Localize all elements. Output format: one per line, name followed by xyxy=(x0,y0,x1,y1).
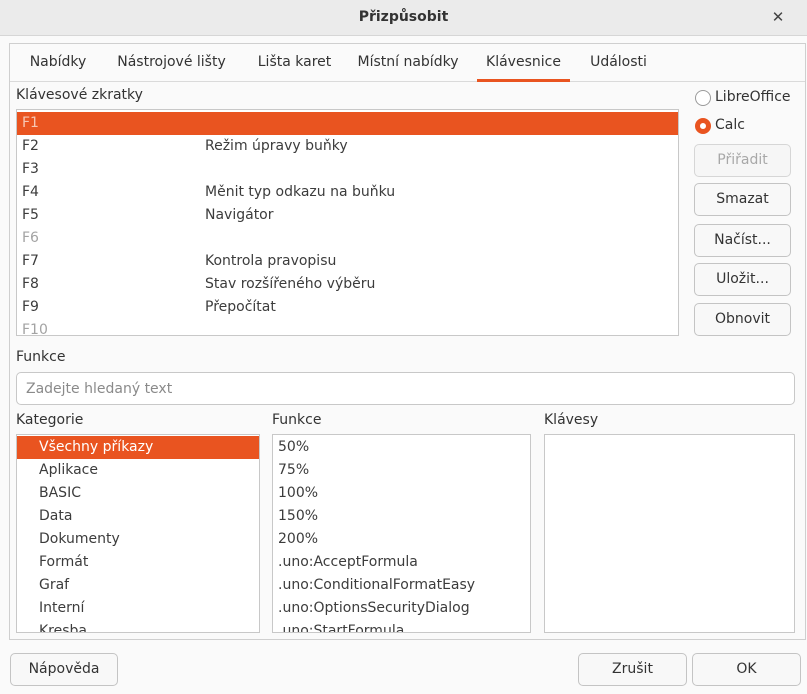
help-button[interactable]: Nápověda xyxy=(10,653,118,686)
list-item[interactable]: .uno:OptionsSecurityDialog xyxy=(273,597,530,620)
delete-button[interactable]: Smazat xyxy=(694,183,791,216)
list-item[interactable]: Všechny příkazy xyxy=(17,436,259,459)
shortcut-key: F6 xyxy=(22,230,39,246)
load-button[interactable]: Načíst... xyxy=(694,224,791,257)
function-list-label: Funkce xyxy=(272,412,322,428)
list-item[interactable]: Aplikace xyxy=(17,459,259,482)
tab-toolbars[interactable]: Nástrojové lišty xyxy=(107,44,236,82)
radio-libreoffice-label[interactable]: LibreOffice xyxy=(715,89,791,105)
shortcut-row[interactable]: F2 Režim úpravy buňky xyxy=(17,135,678,158)
shortcut-row[interactable]: F5 Navigátor xyxy=(17,204,678,227)
shortcut-row[interactable]: F10 xyxy=(17,319,678,336)
list-item[interactable]: .uno:ConditionalFormatEasy xyxy=(273,574,530,597)
shortcut-row[interactable]: F8 Stav rozšířeného výběru xyxy=(17,273,678,296)
reset-button[interactable]: Obnovit xyxy=(694,303,791,336)
tab-context-menus[interactable]: Místní nabídky xyxy=(350,44,466,82)
shortcut-row[interactable]: F1 xyxy=(17,112,678,135)
list-item[interactable]: 100% xyxy=(273,482,530,505)
list-item[interactable]: Formát xyxy=(17,551,259,574)
shortcut-row[interactable]: F7 Kontrola pravopisu xyxy=(17,250,678,273)
keys-label: Klávesy xyxy=(544,412,599,428)
tab-menus[interactable]: Nabídky xyxy=(17,44,99,82)
list-item[interactable]: 200% xyxy=(273,528,530,551)
list-item[interactable]: Dokumenty xyxy=(17,528,259,551)
search-input[interactable] xyxy=(16,372,795,405)
list-item[interactable]: Interní xyxy=(17,597,259,620)
shortcut-function: Navigátor xyxy=(205,207,274,223)
shortcut-key: F10 xyxy=(22,322,48,336)
shortcut-key: F2 xyxy=(22,138,39,154)
shortcut-row[interactable]: F4 Měnit typ odkazu na buňku xyxy=(17,181,678,204)
shortcut-key: F3 xyxy=(22,161,39,177)
list-item[interactable]: BASIC xyxy=(17,482,259,505)
radio-calc-label[interactable]: Calc xyxy=(715,117,745,133)
keys-list[interactable] xyxy=(544,434,795,633)
close-icon[interactable]: ✕ xyxy=(764,4,792,32)
shortcut-function: Přepočítat xyxy=(205,299,276,315)
ok-button[interactable]: OK xyxy=(692,653,801,686)
shortcut-key: F7 xyxy=(22,253,39,269)
list-item[interactable]: 75% xyxy=(273,459,530,482)
list-item[interactable]: .uno:StartFormula xyxy=(273,620,530,632)
shortcut-key: F1 xyxy=(22,115,39,131)
tab-events[interactable]: Události xyxy=(579,44,658,82)
shortcut-function: Měnit typ odkazu na buňku xyxy=(205,184,396,200)
shortcut-function: Stav rozšířeného výběru xyxy=(205,276,376,292)
shortcut-function: Režim úpravy buňky xyxy=(205,138,348,154)
list-item[interactable]: 150% xyxy=(273,505,530,528)
shortcut-list[interactable]: F1 F2 Režim úpravy buňky F3 F4 Měnit typ… xyxy=(16,109,679,336)
list-item[interactable]: 50% xyxy=(273,436,530,459)
list-item[interactable]: Data xyxy=(17,505,259,528)
shortcut-row[interactable]: F3 xyxy=(17,158,678,181)
list-item[interactable]: .uno:AcceptFormula xyxy=(273,551,530,574)
list-item[interactable]: Kresba xyxy=(17,620,259,632)
tab-notebookbar[interactable]: Lišta karet xyxy=(246,44,343,82)
shortcut-row[interactable]: F9 Přepočítat xyxy=(17,296,678,319)
radio-libreoffice[interactable] xyxy=(695,90,711,106)
assign-button[interactable]: Přiřadit xyxy=(694,144,791,177)
shortcut-key: F4 xyxy=(22,184,39,200)
shortcut-row[interactable]: F6 xyxy=(17,227,678,250)
shortcut-key: F9 xyxy=(22,299,39,315)
cancel-button[interactable]: Zrušit xyxy=(578,653,687,686)
shortcut-keys-label: Klávesové zkratky xyxy=(16,87,143,103)
shortcut-key: F8 xyxy=(22,276,39,292)
tab-keyboard[interactable]: Klávesnice xyxy=(477,44,570,82)
window-title: Přizpůsobit xyxy=(358,9,449,25)
tab-bar: Nabídky Nástrojové lišty Lišta karet Mís… xyxy=(10,44,805,82)
functions-label: Funkce xyxy=(16,349,66,365)
save-button[interactable]: Uložit... xyxy=(694,263,791,296)
radio-calc[interactable] xyxy=(695,118,711,134)
shortcut-function: Kontrola pravopisu xyxy=(205,253,337,269)
list-item[interactable]: Graf xyxy=(17,574,259,597)
shortcut-key: F5 xyxy=(22,207,39,223)
category-label: Kategorie xyxy=(16,412,84,428)
category-list[interactable]: Všechny příkazy Aplikace BASIC Data Doku… xyxy=(16,434,260,633)
function-list[interactable]: 50% 75% 100% 150% 200% .uno:AcceptFormul… xyxy=(272,434,531,633)
